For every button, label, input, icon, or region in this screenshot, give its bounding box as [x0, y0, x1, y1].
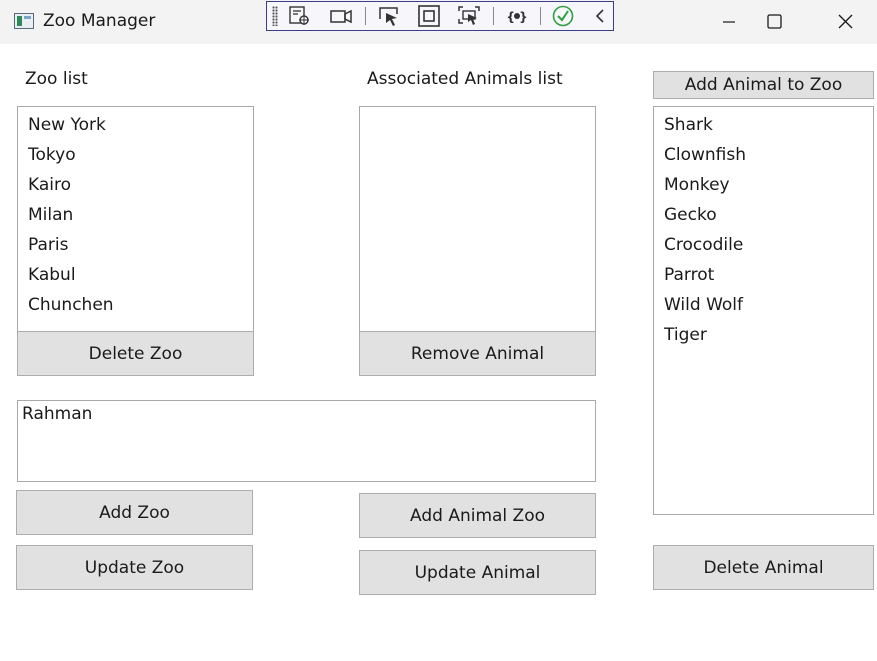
select-element-icon[interactable] — [377, 5, 401, 27]
animal-list-items: Shark Clownfish Monkey Gecko Crocodile P… — [654, 107, 873, 350]
maximize-button[interactable] — [752, 0, 798, 44]
window-title: Zoo Manager — [43, 11, 156, 31]
track-focus-icon[interactable] — [457, 5, 481, 27]
add-zoo-button[interactable]: Add Zoo — [16, 490, 253, 535]
associated-animals-listbox[interactable] — [359, 106, 596, 332]
camera-icon[interactable] — [329, 5, 353, 27]
zoo-list-item[interactable]: New York — [18, 110, 253, 140]
animal-list-item[interactable]: Monkey — [654, 170, 873, 200]
checkmark-icon[interactable] — [551, 5, 575, 27]
animal-list-item[interactable]: Clownfish — [654, 140, 873, 170]
animal-list-item[interactable]: Tiger — [654, 320, 873, 350]
close-button[interactable] — [822, 0, 868, 44]
add-animal-to-zoo-button[interactable]: Add Animal to Zoo — [653, 71, 874, 99]
animal-list-item[interactable]: Crocodile — [654, 230, 873, 260]
zoo-listbox[interactable]: New York Tokyo Kairo Milan Paris Kabul C… — [17, 106, 254, 332]
app-icon — [14, 13, 34, 29]
delete-zoo-button[interactable]: Delete Zoo — [17, 331, 254, 376]
live-visual-tree-icon[interactable] — [287, 5, 311, 27]
zoo-list-item[interactable]: Paris — [18, 230, 253, 260]
maximize-icon — [767, 14, 782, 29]
display-layout-adorners-icon[interactable] — [417, 5, 441, 27]
animal-list-item[interactable]: Shark — [654, 110, 873, 140]
zoo-list-items: New York Tokyo Kairo Milan Paris Kabul C… — [18, 107, 253, 320]
associated-animals-label: Associated Animals list — [367, 69, 563, 89]
binding-failures-icon[interactable]: { } — [505, 5, 529, 27]
animal-list-item[interactable]: Gecko — [654, 200, 873, 230]
animal-listbox[interactable]: Shark Clownfish Monkey Gecko Crocodile P… — [653, 106, 874, 515]
update-zoo-button[interactable]: Update Zoo — [16, 545, 253, 590]
minimize-icon — [723, 21, 735, 23]
name-input[interactable]: Rahman — [17, 400, 596, 482]
animal-list-item[interactable]: Parrot — [654, 260, 873, 290]
debug-toolbar: { } — [266, 1, 614, 31]
update-animal-button[interactable]: Update Animal — [359, 550, 596, 595]
grip-icon[interactable] — [272, 6, 278, 26]
minimize-button[interactable] — [706, 0, 752, 44]
close-icon — [838, 14, 853, 29]
zoo-list-label: Zoo list — [25, 69, 88, 89]
animal-list-item[interactable]: Wild Wolf — [654, 290, 873, 320]
remove-animal-button[interactable]: Remove Animal — [359, 331, 596, 376]
zoo-list-item[interactable]: Kabul — [18, 260, 253, 290]
zoo-list-item[interactable]: Kairo — [18, 170, 253, 200]
title-bar: Zoo Manager {} — [0, 0, 877, 44]
add-animal-zoo-button[interactable]: Add Animal Zoo — [359, 493, 596, 538]
collapse-chevron-icon[interactable] — [589, 5, 613, 27]
zoo-list-item[interactable]: Milan — [18, 200, 253, 230]
delete-animal-button[interactable]: Delete Animal — [653, 545, 874, 590]
zoo-list-item[interactable]: Chunchen — [18, 290, 253, 320]
zoo-list-item[interactable]: Tokyo — [18, 140, 253, 170]
